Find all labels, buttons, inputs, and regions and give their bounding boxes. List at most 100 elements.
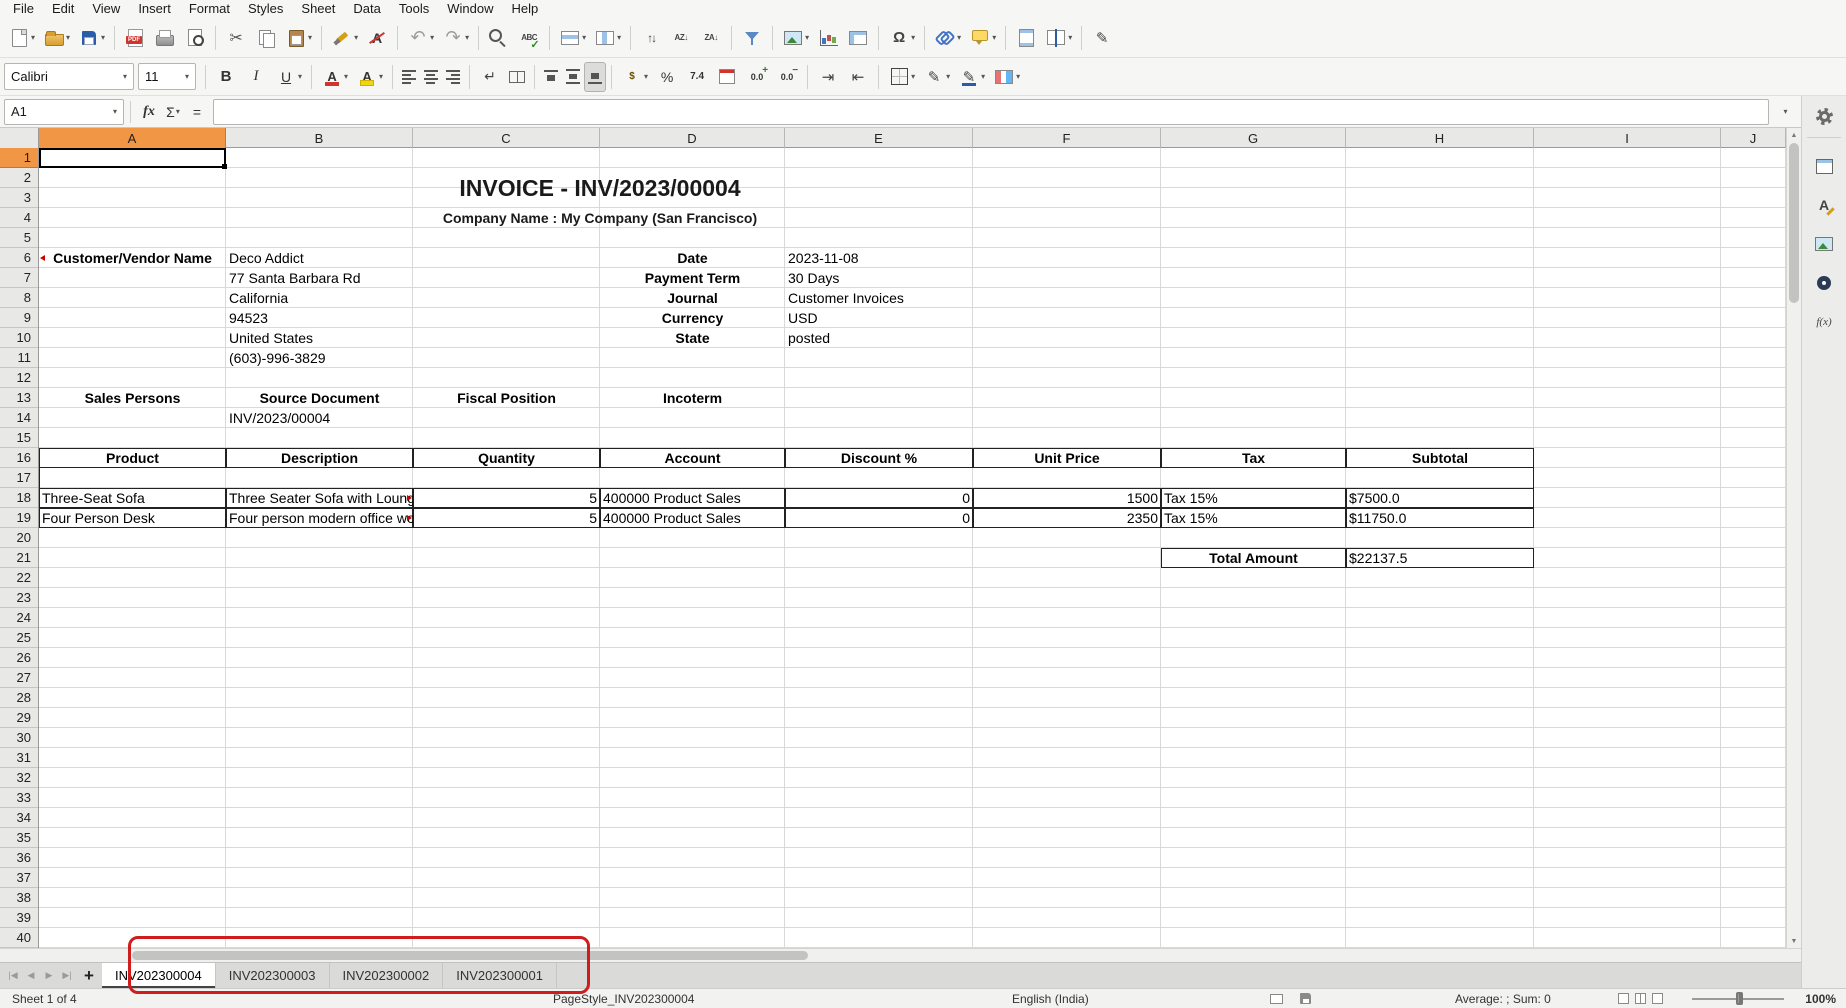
row-header-21[interactable]: 21 [0,548,38,568]
cell-B11[interactable]: (603)-996-3829 [226,348,413,368]
undo-button-dropdown-icon[interactable]: ▾ [430,33,434,42]
row-header-24[interactable]: 24 [0,608,38,628]
cell-H16[interactable]: Subtotal [1346,448,1534,468]
row-header-9[interactable]: 9 [0,308,38,328]
row-header-4[interactable]: 4 [0,208,38,228]
menu-format[interactable]: Format [180,0,239,18]
cell-D16[interactable]: Account [600,448,785,468]
delete-decimal-button[interactable]: 0.0 [772,62,802,92]
select-function-dropdown-icon[interactable]: ▾ [176,107,180,116]
functions-deck-button[interactable]: f(x) [1807,309,1841,335]
sort-descending-button[interactable]: ZA↓ [696,23,726,53]
insert-image-button-dropdown-icon[interactable]: ▾ [805,33,809,42]
cell-B10[interactable]: United States [226,328,413,348]
row-header-12[interactable]: 12 [0,368,38,388]
menu-styles[interactable]: Styles [239,0,292,18]
horizontal-scrollbar[interactable] [0,948,1801,962]
align-center-button[interactable] [420,62,442,92]
formula-input[interactable] [213,99,1769,125]
sort-ascending-button[interactable]: AZ↓ [666,23,696,53]
cell-E16[interactable]: Discount % [785,448,973,468]
undo-button[interactable]: ↶▾ [403,23,438,53]
save-button[interactable]: ▾ [74,23,109,53]
copy-button[interactable] [251,23,281,53]
spelling-button[interactable]: ABC [514,23,544,53]
row-header-22[interactable]: 22 [0,568,38,588]
row-header-18[interactable]: 18 [0,488,38,508]
align-right-button[interactable] [442,62,464,92]
cell-B18[interactable]: Three Seater Sofa with Lounger in Steel … [226,488,413,508]
row-header-29[interactable]: 29 [0,708,38,728]
gallery-deck-button[interactable] [1807,231,1841,257]
row-header-10[interactable]: 10 [0,328,38,348]
cell-B14[interactable]: INV/2023/00004 [226,408,413,428]
paste-button-dropdown-icon[interactable]: ▾ [308,33,312,42]
cell-E7[interactable]: 30 Days [785,268,973,288]
row-header-25[interactable]: 25 [0,628,38,648]
headers-footers-button[interactable] [1011,23,1041,53]
cell-H17[interactable] [1346,468,1534,488]
add-decimal-button[interactable]: 0.0 [742,62,772,92]
column-header-D[interactable]: D [600,128,785,148]
cell-D7[interactable]: Payment Term [600,268,785,288]
sheet-tab-INV202300002[interactable]: INV202300002 [330,963,444,988]
row-header-35[interactable]: 35 [0,828,38,848]
cell-E8[interactable]: Customer Invoices [785,288,973,308]
cell-D13[interactable]: Incoterm [600,388,785,408]
row-header-2[interactable]: 2 [0,168,38,188]
styles-deck-button[interactable]: A [1807,192,1841,218]
single-page-view-icon[interactable] [1618,993,1629,1004]
sheet-position-status[interactable]: Sheet 1 of 4 [12,989,77,1008]
comment-button[interactable]: ▾ [965,23,1000,53]
row-header-28[interactable]: 28 [0,688,38,708]
pivot-table-button[interactable] [843,23,873,53]
border-style-button[interactable]: ✎▾ [919,62,954,92]
align-top-button[interactable] [540,62,562,92]
cell-A16[interactable]: Product [39,448,226,468]
menu-edit[interactable]: Edit [43,0,83,18]
menu-file[interactable]: File [4,0,43,18]
previous-sheet-button[interactable]: ◀ [22,970,40,981]
print-preview-button[interactable] [180,23,210,53]
menu-tools[interactable]: Tools [390,0,438,18]
highlight-color-button[interactable]: A▾ [352,62,387,92]
multi-page-view-icon[interactable] [1635,993,1646,1004]
cell-C19[interactable]: 5 [413,508,600,528]
selection-mode-icon[interactable] [1270,989,1283,1008]
select-all-corner[interactable] [0,128,39,148]
function-wizard-button[interactable]: fx [137,99,161,125]
special-character-button[interactable]: Ω▾ [884,23,919,53]
zoom-slider-track[interactable] [1692,989,1784,1008]
align-bottom-button[interactable] [584,62,606,92]
find-replace-button[interactable] [484,23,514,53]
cell-F19[interactable]: 2350 [973,508,1161,528]
cell-A13[interactable]: Sales Persons [39,388,226,408]
expand-formula-bar-button[interactable]: ▾ [1773,99,1797,125]
open-button[interactable]: ▾ [39,23,74,53]
insert-row-button[interactable]: ▾ [555,23,590,53]
cell-B8[interactable]: California [226,288,413,308]
new-button[interactable]: ▾ [4,23,39,53]
row-header-34[interactable]: 34 [0,808,38,828]
insert-row-button-dropdown-icon[interactable]: ▾ [582,33,586,42]
borders-button-dropdown-icon[interactable]: ▾ [911,72,915,81]
row-header-19[interactable]: 19 [0,508,38,528]
borders-button[interactable]: ▾ [884,62,919,92]
row-header-6[interactable]: 6 [0,248,38,268]
row-header-5[interactable]: 5 [0,228,38,248]
next-sheet-button[interactable]: ▶ [40,970,58,981]
cell-H18[interactable]: $7500.0 [1346,488,1534,508]
row-header-32[interactable]: 32 [0,768,38,788]
new-button-dropdown-icon[interactable]: ▾ [31,33,35,42]
row-header-16[interactable]: 16 [0,448,38,468]
row-header-8[interactable]: 8 [0,288,38,308]
cell-D9[interactable]: Currency [600,308,785,328]
row-header-17[interactable]: 17 [0,468,38,488]
row-header-15[interactable]: 15 [0,428,38,448]
cell-F16[interactable]: Unit Price [973,448,1161,468]
menu-help[interactable]: Help [502,0,547,18]
column-header-A[interactable]: A [39,128,226,148]
document-modified-icon[interactable] [1300,989,1311,1008]
add-sheet-button[interactable]: + [76,966,102,986]
cell-D6[interactable]: Date [600,248,785,268]
